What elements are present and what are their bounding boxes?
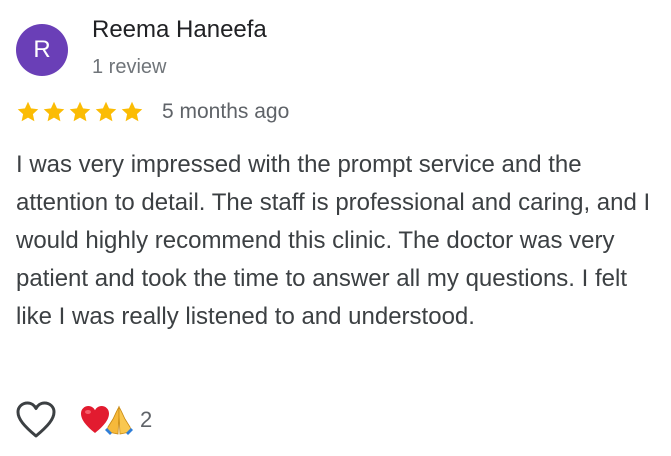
like-button[interactable]: [16, 400, 56, 440]
reaction-count: 2: [140, 407, 153, 432]
star-rating: [16, 100, 146, 124]
reviewer-review-count: 1 review: [92, 56, 167, 78]
reviewer-name[interactable]: Reema Haneefa: [92, 16, 267, 44]
avatar-initial: R: [33, 36, 51, 63]
folded-hands-emoji-icon: [105, 405, 133, 435]
review-text: I was very impressed with the prompt ser…: [16, 151, 651, 330]
star-icon: [17, 101, 39, 122]
review-card: R Reema Haneefa 1 review 5 months ago I …: [0, 0, 671, 456]
avatar[interactable]: R: [16, 24, 68, 76]
star-icon: [95, 101, 117, 122]
reactions-summary[interactable]: 2: [80, 404, 152, 436]
star-icon: [69, 101, 91, 122]
heart-outline-icon: [16, 401, 56, 438]
review-date: 5 months ago: [162, 100, 290, 123]
reaction-row: 2: [16, 398, 152, 442]
star-icon: [121, 101, 143, 122]
star-icon: [43, 101, 65, 122]
rating-row: 5 months ago: [16, 98, 289, 126]
